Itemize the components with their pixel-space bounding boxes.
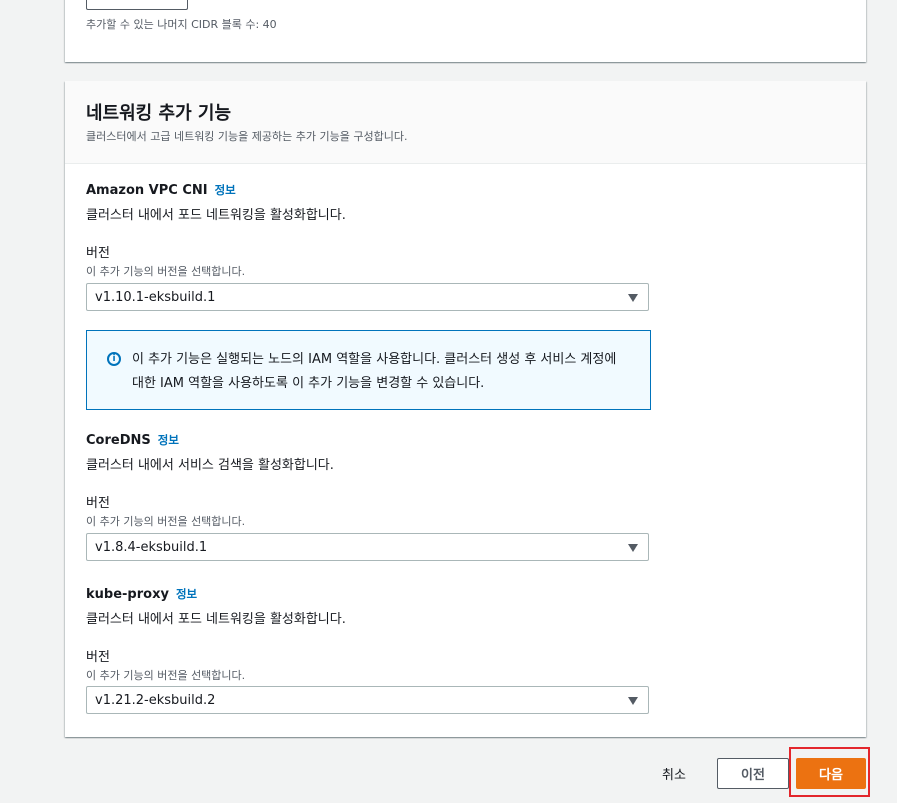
add-cidr-button[interactable]	[86, 0, 188, 10]
version-description: 이 추가 기능의 버전을 선택합니다.	[86, 265, 246, 278]
caret-down-icon	[628, 697, 638, 705]
info-link[interactable]: 정보	[176, 587, 197, 601]
addon-name: CoreDNS	[86, 433, 151, 448]
addon-title-kube-proxy: kube-proxy 정보	[86, 586, 197, 602]
version-description: 이 추가 기능의 버전을 선택합니다.	[86, 669, 246, 682]
next-button[interactable]: 다음	[796, 758, 866, 789]
info-circle-icon: i	[107, 352, 121, 366]
cancel-button[interactable]: 취소	[645, 758, 703, 788]
addon-description: 클러스터 내에서 포드 네트워킹을 활성화합니다.	[86, 208, 346, 223]
cidr-section-card: 추가할 수 있는 나머지 CIDR 블록 수: 40	[65, 0, 866, 62]
networking-addons-card: 네트워킹 추가 기능 클러스터에서 고급 네트워킹 기능을 제공하는 추가 기능…	[65, 81, 866, 737]
addon-title-coredns: CoreDNS 정보	[86, 432, 179, 448]
iam-info-text: 이 추가 기능은 실행되는 노드의 IAM 역할을 사용합니다. 클러스터 생성…	[132, 352, 617, 391]
version-description: 이 추가 기능의 버전을 선택합니다.	[86, 515, 246, 528]
section-title: 네트워킹 추가 기능	[86, 103, 232, 124]
version-label: 버전	[86, 650, 110, 665]
version-select-vpc-cni[interactable]: v1.10.1-eksbuild.1	[86, 283, 649, 311]
selected-version: v1.10.1-eksbuild.1	[95, 290, 216, 305]
addon-description: 클러스터 내에서 서비스 검색을 활성화합니다.	[86, 458, 334, 473]
addon-name: kube-proxy	[86, 587, 169, 602]
addon-title-vpc-cni: Amazon VPC CNI 정보	[86, 182, 236, 198]
info-link[interactable]: 정보	[215, 183, 236, 197]
selected-version: v1.8.4-eksbuild.1	[95, 540, 208, 555]
version-select-kube-proxy[interactable]: v1.21.2-eksbuild.2	[86, 686, 649, 714]
version-label: 버전	[86, 496, 110, 511]
addon-name: Amazon VPC CNI	[86, 183, 208, 198]
version-select-coredns[interactable]: v1.8.4-eksbuild.1	[86, 533, 649, 561]
info-link[interactable]: 정보	[158, 433, 179, 447]
selected-version: v1.21.2-eksbuild.2	[95, 693, 216, 708]
iam-info-alert: i 이 추가 기능은 실행되는 노드의 IAM 역할을 사용합니다. 클러스터 …	[86, 330, 651, 410]
card-header: 네트워킹 추가 기능 클러스터에서 고급 네트워킹 기능을 제공하는 추가 기능…	[65, 81, 866, 164]
previous-button[interactable]: 이전	[717, 758, 789, 789]
caret-down-icon	[628, 294, 638, 302]
addon-description: 클러스터 내에서 포드 네트워킹을 활성화합니다.	[86, 612, 346, 627]
section-description: 클러스터에서 고급 네트워킹 기능을 제공하는 추가 기능을 구성합니다.	[86, 130, 408, 143]
remaining-cidr-text: 추가할 수 있는 나머지 CIDR 블록 수: 40	[86, 18, 277, 31]
version-label: 버전	[86, 246, 110, 261]
caret-down-icon	[628, 544, 638, 552]
